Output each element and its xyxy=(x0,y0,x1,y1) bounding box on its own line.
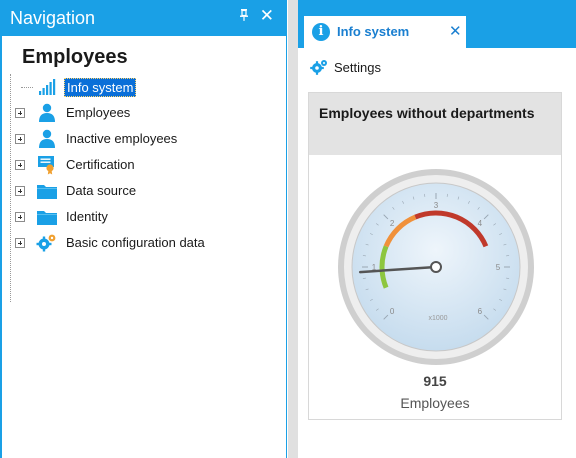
tile-value: 915 xyxy=(423,373,447,389)
folder-icon xyxy=(36,181,58,201)
gauge-tick-label: 3 xyxy=(434,201,439,210)
certificate-icon xyxy=(36,155,58,175)
gauge-multiplier-label: x1000 xyxy=(428,315,447,322)
tile-title: Employees without departments xyxy=(309,93,561,155)
page-title: Employees xyxy=(22,46,128,68)
gauge-tick-label: 2 xyxy=(390,219,395,228)
tree-item-label[interactable]: Employees xyxy=(64,104,132,121)
tab-close-icon[interactable]: ✕ xyxy=(449,22,462,40)
settings-icon[interactable] xyxy=(310,59,328,75)
gauge-tick-label: 5 xyxy=(496,263,501,272)
expand-icon[interactable] xyxy=(15,108,25,118)
gauge-tick-label: 0 xyxy=(390,307,395,316)
tree-item-label[interactable]: Inactive employees xyxy=(64,130,179,147)
tree-item-inactive-employees[interactable]: Inactive employees xyxy=(12,126,286,152)
bar-chart-icon xyxy=(36,77,58,97)
tab-info-system[interactable]: i Info system ✕ xyxy=(304,16,466,48)
gauge-chart: 0123456 x1000 xyxy=(338,169,534,365)
person-icon xyxy=(36,129,58,149)
tree-item-label[interactable]: Info system xyxy=(64,78,137,97)
tab-strip: i Info system ✕ xyxy=(298,0,576,48)
dashboard-tile[interactable]: Employees without departments 0123456 x1… xyxy=(308,92,562,420)
info-icon: i xyxy=(312,23,330,41)
tree-item-employees[interactable]: Employees xyxy=(12,100,286,126)
gauge-tick-label: 6 xyxy=(478,307,483,316)
tree-item-label[interactable]: Data source xyxy=(64,182,138,199)
navigation-header: Navigation ✕ xyxy=(2,0,286,36)
person-icon xyxy=(36,103,58,123)
tree-item-label[interactable]: Identity xyxy=(64,208,110,225)
tab-label[interactable]: Info system xyxy=(337,24,409,39)
panel-splitter[interactable] xyxy=(288,0,298,458)
tree-item-info-system[interactable]: Info system xyxy=(12,74,286,100)
tree-item-basic-configuration-data[interactable]: Basic configuration data xyxy=(12,230,286,256)
tree-item-data-source[interactable]: Data source xyxy=(12,178,286,204)
tree-item-label[interactable]: Basic configuration data xyxy=(64,234,207,251)
close-icon[interactable]: ✕ xyxy=(260,6,274,26)
folder-icon xyxy=(36,207,58,227)
expand-icon[interactable] xyxy=(15,212,25,222)
settings-button[interactable]: Settings xyxy=(334,60,381,75)
expand-icon[interactable] xyxy=(15,134,25,144)
tree-item-identity[interactable]: Identity xyxy=(12,204,286,230)
document-area: i Info system ✕ Settings Employees witho… xyxy=(298,0,576,458)
pin-icon[interactable] xyxy=(240,9,248,24)
tree-connector xyxy=(21,87,33,88)
navigation-panel: Navigation ✕ Employees Info system Emplo… xyxy=(0,0,287,458)
expand-icon[interactable] xyxy=(15,238,25,248)
tree-connector-line xyxy=(10,74,11,302)
gauge-hub xyxy=(430,261,442,273)
tree-item-label[interactable]: Certification xyxy=(64,156,137,173)
tile-unit-label: Employees xyxy=(400,395,470,411)
gauge-tick-label: 4 xyxy=(478,219,483,228)
navigation-tree: Info system Employees Inactive employees xyxy=(2,74,286,302)
gears-icon xyxy=(36,233,58,253)
navigation-title: Navigation xyxy=(10,7,96,28)
expand-icon[interactable] xyxy=(15,160,25,170)
expand-icon[interactable] xyxy=(15,186,25,196)
tree-item-certification[interactable]: Certification xyxy=(12,152,286,178)
